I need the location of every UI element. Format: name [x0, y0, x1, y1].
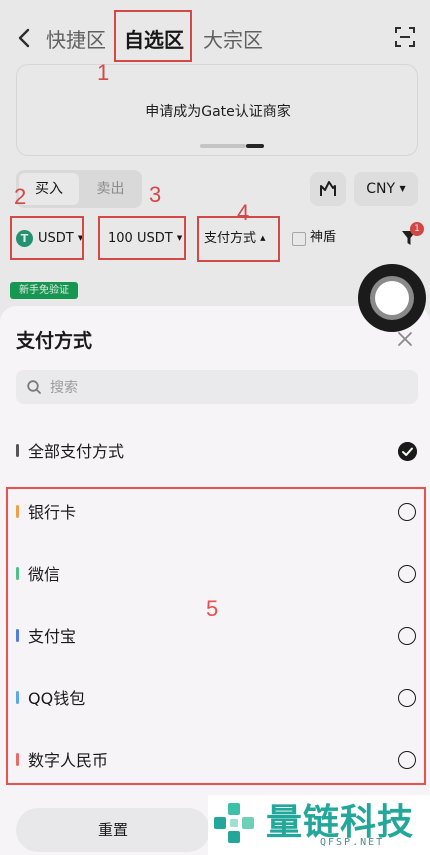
assistive-touch-dot [375, 281, 409, 315]
option-label: 全部支付方式 [28, 442, 125, 461]
assistive-touch-button[interactable] [358, 264, 426, 332]
payment-option-all[interactable]: 全部支付方式 [0, 426, 430, 476]
watermark: 量链科技 QFSP.NET [208, 795, 430, 855]
search-icon [27, 380, 41, 394]
watermark-subtitle: QFSP.NET [320, 837, 385, 848]
annotation-box-5 [6, 487, 426, 785]
search-input[interactable] [48, 370, 412, 406]
watermark-logo [214, 803, 254, 843]
option-color-bar [16, 444, 19, 457]
reset-button[interactable]: 重置 [16, 808, 210, 852]
annotation-label-5: 5 [206, 596, 219, 621]
checkmark-circle-icon [398, 442, 417, 461]
search-box [16, 370, 418, 406]
close-icon[interactable] [396, 330, 414, 348]
sheet-title: 支付方式 [16, 330, 93, 352]
